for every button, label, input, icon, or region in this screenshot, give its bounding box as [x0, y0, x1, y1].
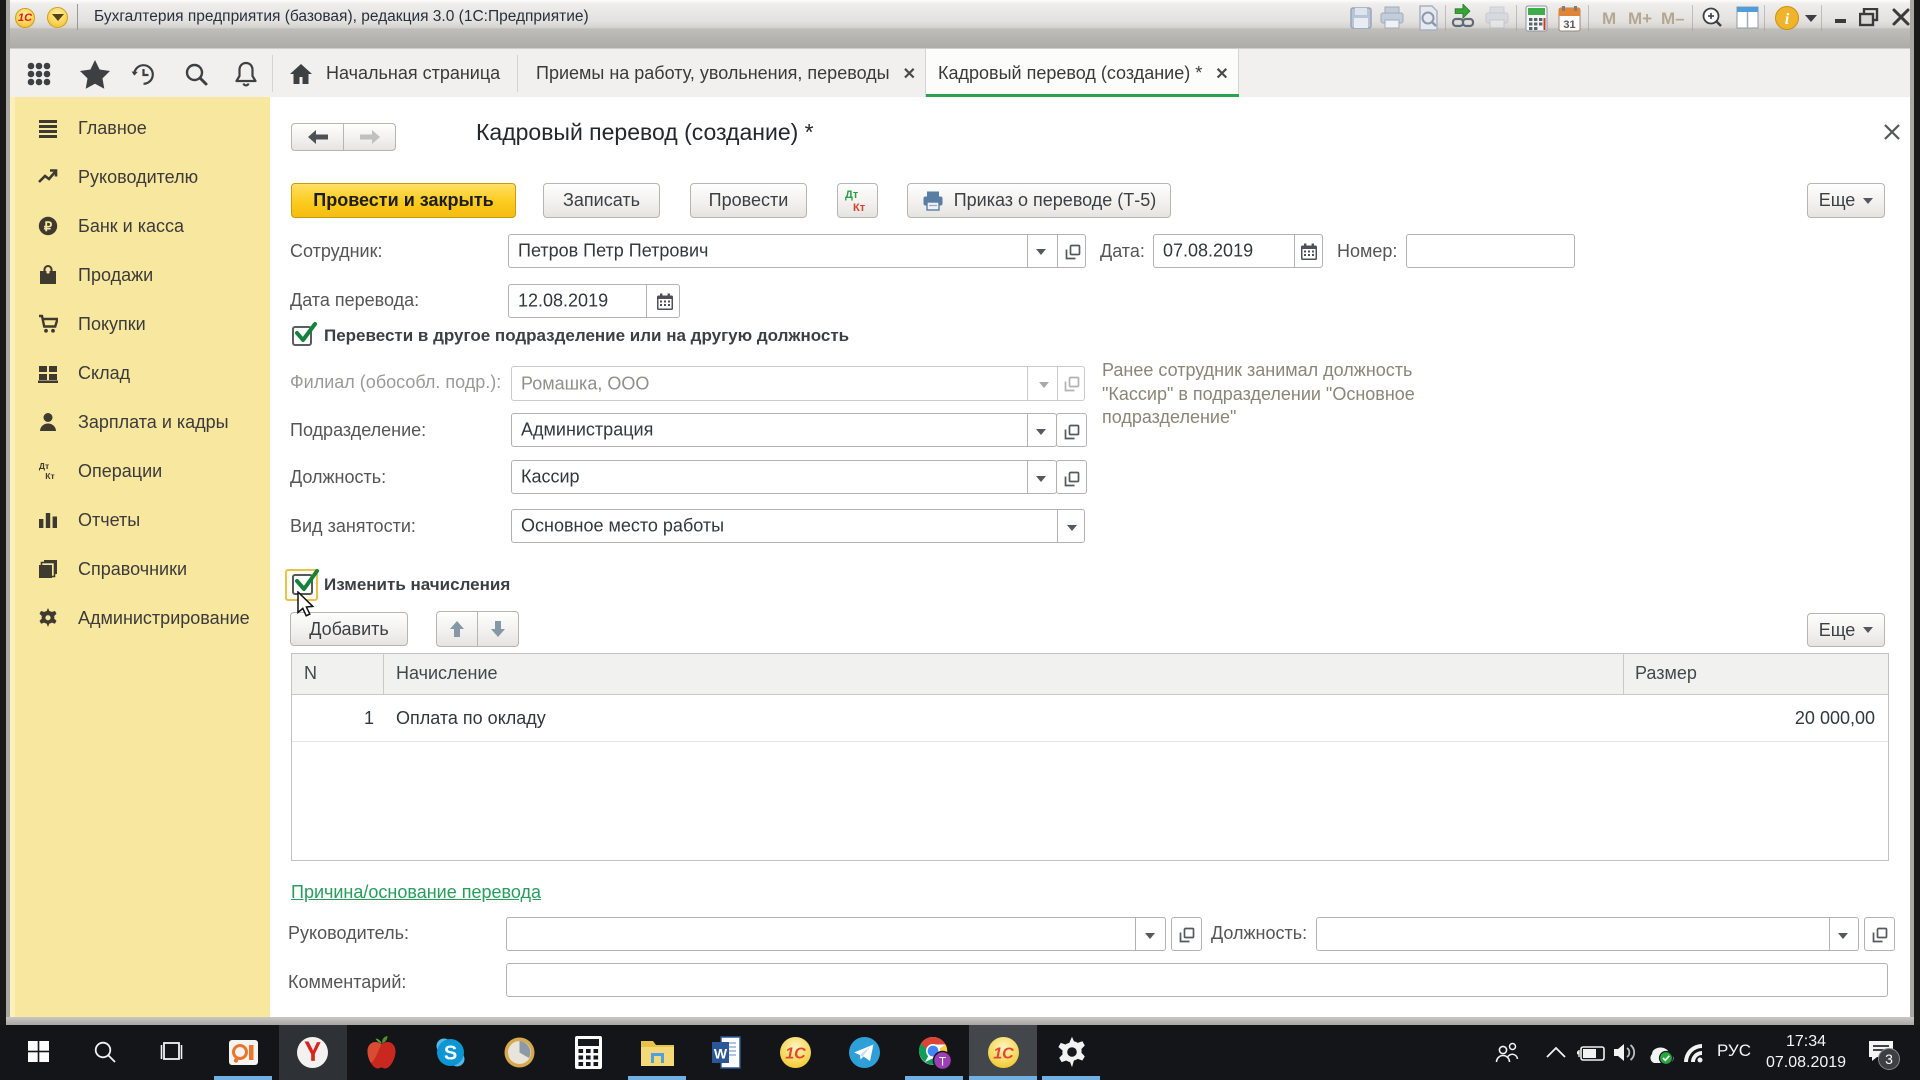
svg-text:T: T — [939, 1055, 947, 1069]
svg-text:₽: ₽ — [44, 219, 53, 234]
svg-text:i: i — [1785, 11, 1790, 28]
svg-text:Кт: Кт — [853, 202, 866, 214]
svg-text:1С: 1С — [785, 1046, 806, 1063]
svg-text:Дт: Дт — [39, 461, 49, 471]
svg-text:Кт: Кт — [45, 471, 55, 481]
svg-text:S: S — [444, 1043, 457, 1065]
svg-text:W: W — [714, 1046, 728, 1062]
svg-text:Дт: Дт — [845, 189, 859, 201]
svg-text:1С: 1С — [993, 1046, 1014, 1063]
svg-text:31: 31 — [1563, 19, 1575, 31]
